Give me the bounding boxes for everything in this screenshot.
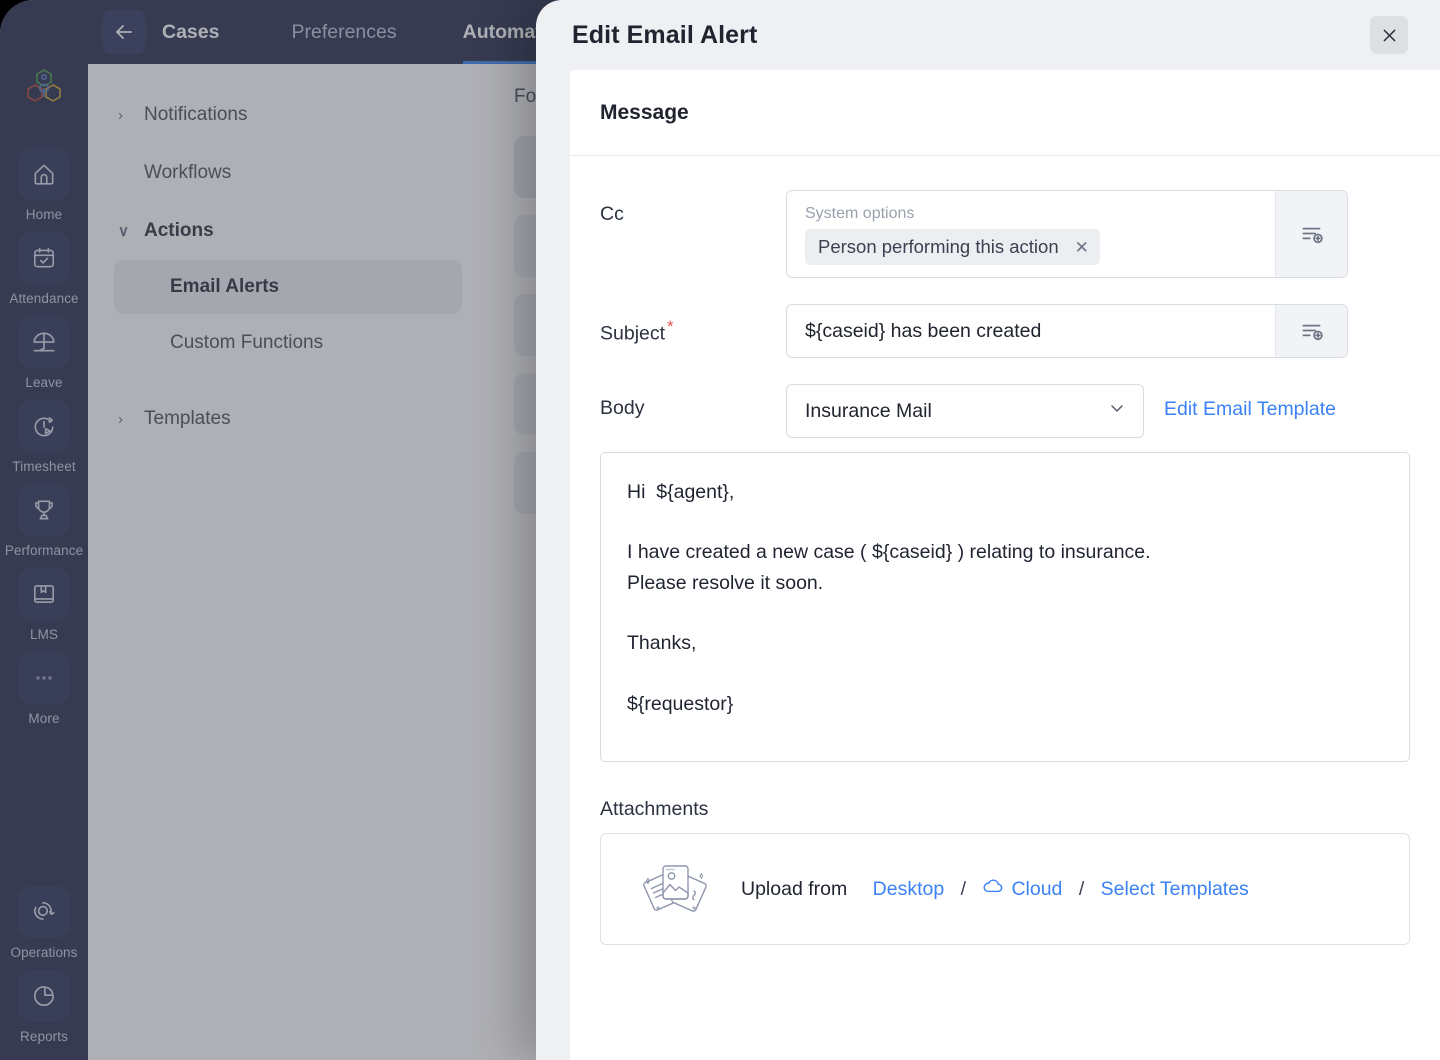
upload-cloud-label: Cloud [1011, 878, 1062, 901]
sidebar-item-lms[interactable]: LMS [10, 568, 78, 642]
modal-body: Message Cc System options Person perform… [570, 70, 1440, 1060]
ellipsis-icon [18, 652, 70, 704]
cc-chip-label: Person performing this action [818, 236, 1059, 258]
sidebar-item-label: Attendance [9, 291, 78, 306]
body-label: Body [600, 384, 786, 420]
close-button[interactable] [1370, 16, 1408, 54]
image-files-icon [637, 852, 713, 927]
chevron-right-icon: › [118, 107, 144, 124]
stopwatch-play-icon [18, 400, 70, 452]
app-logo[interactable] [20, 62, 68, 110]
sidebar-item-performance[interactable]: Performance [10, 484, 78, 558]
sidebar-item-reports[interactable]: Reports [10, 970, 78, 1044]
calendar-check-icon [18, 232, 70, 284]
back-button[interactable] [102, 10, 146, 54]
chevron-down-icon [1107, 398, 1127, 424]
tree-item-label: Templates [144, 408, 231, 430]
separator: / [1079, 878, 1084, 900]
cc-insert-placeholder-button[interactable] [1275, 191, 1347, 277]
chevron-right-icon: › [118, 411, 144, 428]
subject-insert-placeholder-button[interactable] [1275, 305, 1347, 357]
tab-cases[interactable]: Cases [162, 0, 219, 64]
upload-from-row: Upload from Desktop / Cloud / Select Tem… [741, 878, 1249, 901]
tree-item-templates[interactable]: › Templates [88, 390, 488, 448]
cc-input[interactable]: System options Person performing this ac… [786, 190, 1348, 278]
tab-preferences[interactable]: Preferences [291, 0, 396, 64]
operations-icon [18, 886, 70, 938]
cc-hint-label: System options [805, 205, 1261, 223]
sidebar-item-home[interactable]: Home [10, 148, 78, 222]
pie-chart-icon [18, 970, 70, 1022]
section-title-message: Message [570, 70, 1440, 156]
subject-label-text: Subject [600, 323, 665, 345]
cc-input-main[interactable]: System options Person performing this ac… [787, 191, 1275, 277]
home-icon [18, 148, 70, 200]
sidebar-item-label: Leave [25, 375, 62, 390]
select-templates-link[interactable]: Select Templates [1101, 878, 1249, 900]
subject-label: Subject* [600, 304, 786, 346]
sidebar-item-label: Timesheet [12, 459, 75, 474]
edit-email-alert-modal: Edit Email Alert Message Cc System optio… [536, 0, 1440, 1060]
field-row-subject: Subject* ${caseid} has been created [600, 304, 1410, 358]
cc-chip[interactable]: Person performing this action ✕ [805, 229, 1100, 265]
email-body-editor[interactable]: Hi ${agent}, I have created a new case (… [600, 452, 1410, 762]
attachments-dropzone[interactable]: Upload from Desktop / Cloud / Select Tem… [600, 833, 1410, 945]
tree-item-label: Email Alerts [170, 276, 279, 298]
upload-desktop-link[interactable]: Desktop [873, 878, 945, 900]
modal-header: Edit Email Alert [536, 0, 1440, 70]
email-template-select[interactable]: Insurance Mail [786, 384, 1144, 438]
sidebar-item-label: LMS [30, 627, 58, 642]
edit-email-template-link[interactable]: Edit Email Template [1164, 384, 1336, 421]
required-marker: * [667, 317, 674, 336]
sidebar-item-label: Performance [5, 543, 83, 558]
field-row-body: Body Insurance Mail Edit Email Template [600, 384, 1410, 438]
subject-field[interactable]: ${caseid} has been created [786, 304, 1348, 358]
sidebar-item-operations[interactable]: Operations [10, 886, 78, 960]
book-icon [18, 568, 70, 620]
tree-item-custom-functions[interactable]: Custom Functions [88, 314, 488, 372]
sidebar-item-more[interactable]: More [10, 652, 78, 726]
separator: / [961, 878, 966, 900]
left-rail: Home Attendance [0, 0, 88, 1060]
cc-label: Cc [600, 190, 786, 226]
tree-item-label: Actions [144, 220, 214, 242]
cloud-icon [982, 878, 1004, 901]
tree-item-actions[interactable]: ∨ Actions [88, 202, 488, 260]
sidebar-item-attendance[interactable]: Attendance [10, 232, 78, 306]
sidebar-item-label: Reports [20, 1029, 68, 1044]
upload-cloud-link[interactable]: Cloud [982, 878, 1062, 901]
subject-input[interactable]: ${caseid} has been created [787, 305, 1275, 357]
sidebar-item-leave[interactable]: Leave [10, 316, 78, 390]
sidebar-item-label: Operations [10, 945, 77, 960]
field-row-cc: Cc System options Person performing this… [600, 190, 1410, 278]
upload-from-label: Upload from [741, 878, 847, 900]
chevron-down-icon: ∨ [118, 222, 144, 240]
sidebar-item-label: Home [26, 207, 62, 222]
beach-umbrella-icon [18, 316, 70, 368]
tree-item-notifications[interactable]: › Notifications [88, 86, 488, 144]
tree-item-label: Workflows [144, 162, 231, 184]
modal-title: Edit Email Alert [572, 21, 757, 50]
sidebar-item-label: More [28, 711, 59, 726]
tree-item-workflows[interactable]: Workflows [88, 144, 488, 202]
tree-item-email-alerts[interactable]: Email Alerts [114, 260, 462, 314]
settings-tree: › Notifications Workflows ∨ Actions Emai… [88, 64, 488, 1060]
tree-item-label: Notifications [144, 104, 248, 126]
sidebar-item-timesheet[interactable]: Timesheet [10, 400, 78, 474]
attachments-label: Attachments [600, 798, 1440, 821]
trophy-icon [18, 484, 70, 536]
rail-bottom-group: Operations Reports [10, 886, 78, 1060]
message-form: Cc System options Person performing this… [570, 156, 1440, 438]
close-icon[interactable]: ✕ [1075, 239, 1089, 256]
email-template-selected-value: Insurance Mail [805, 400, 932, 423]
tree-item-label: Custom Functions [170, 332, 323, 354]
